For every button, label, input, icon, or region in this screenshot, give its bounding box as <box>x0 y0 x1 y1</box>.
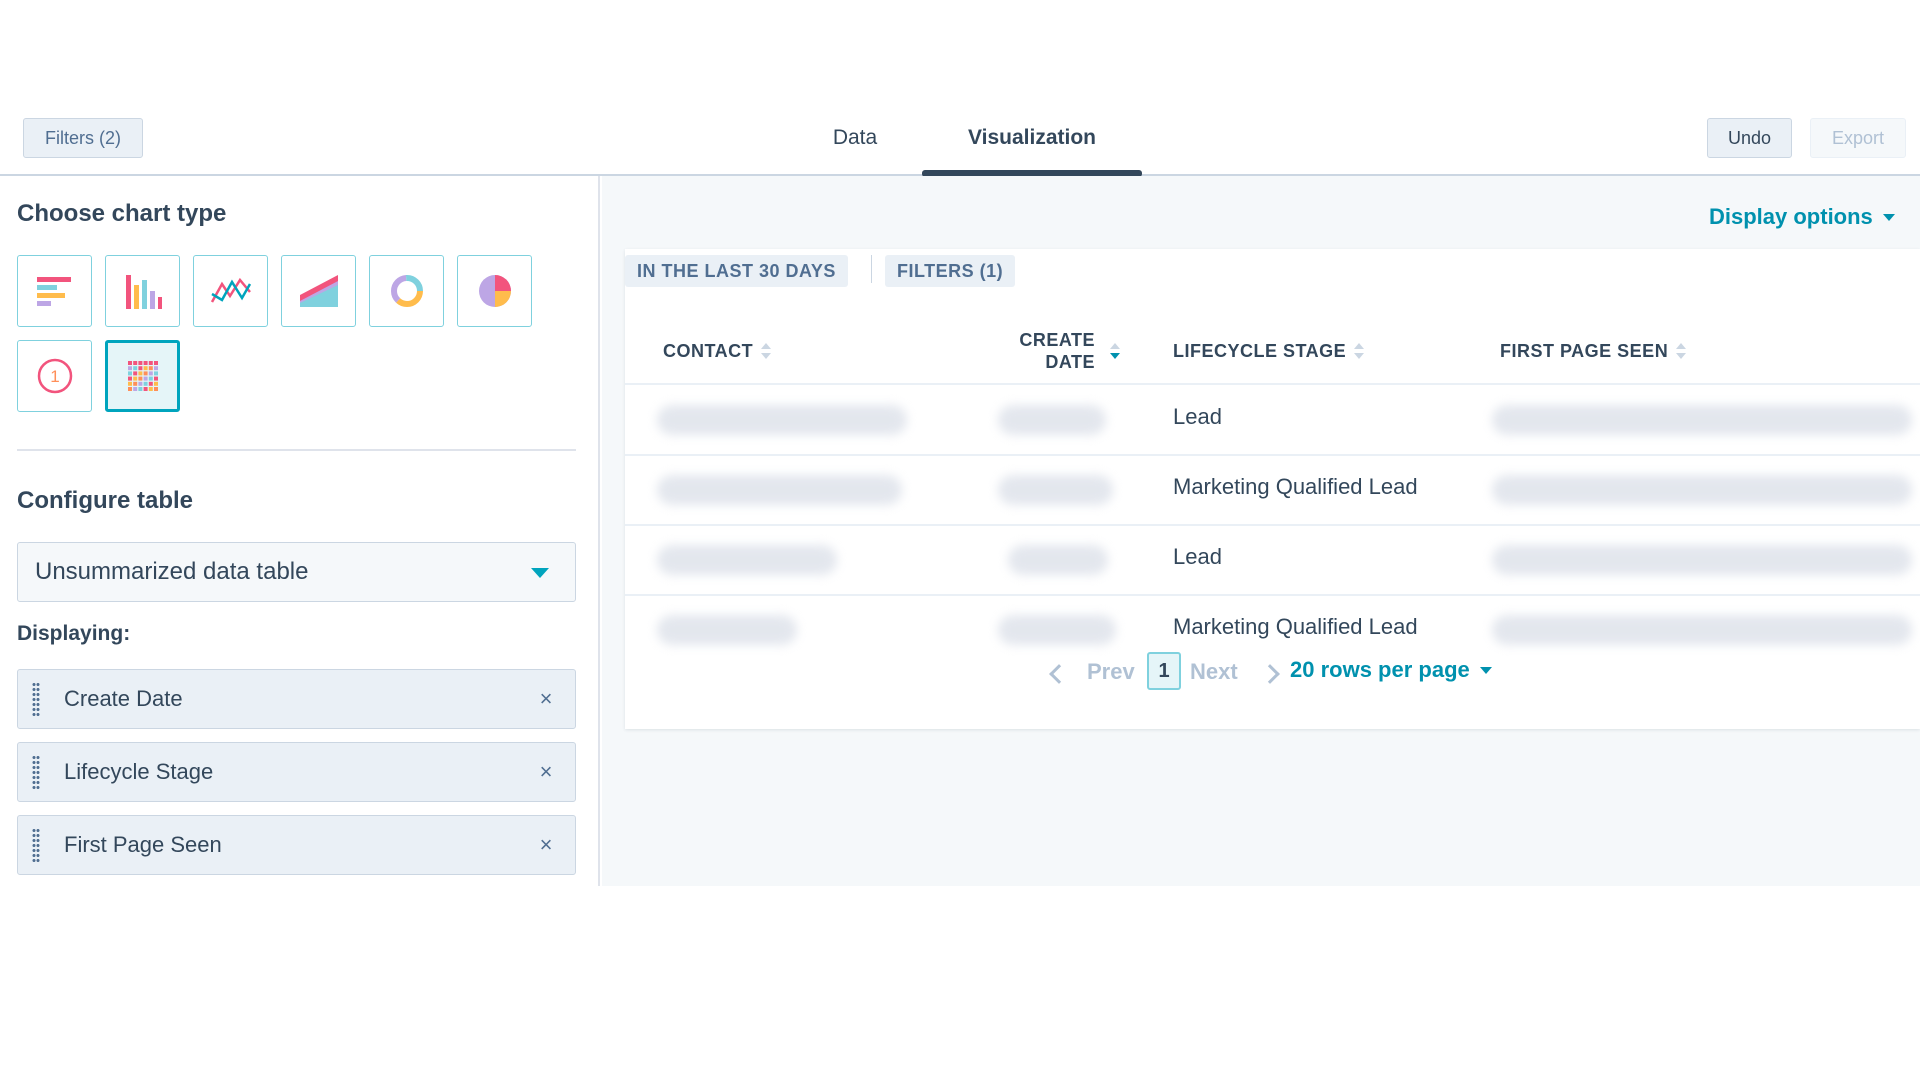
redacted-contact <box>657 475 902 505</box>
lifecycle-stage-cell: Lead <box>1173 404 1222 429</box>
row-divider <box>625 524 1920 526</box>
sort-icon <box>1676 343 1687 361</box>
remove-field-icon[interactable]: × <box>533 686 559 712</box>
vertical-bar-chart-icon <box>125 275 162 309</box>
line-chart-icon <box>210 277 251 303</box>
tab-visualization[interactable]: Visualization <box>922 100 1142 176</box>
drag-handle-icon[interactable] <box>32 682 40 716</box>
displayed-field-create-date: Create Date × <box>17 669 576 729</box>
chevron-down-icon <box>531 568 549 578</box>
table-type-value: Unsummarized data table <box>35 558 309 585</box>
lifecycle-stage-cell: Marketing Qualified Lead <box>1173 614 1418 639</box>
filters-chip[interactable]: FILTERS (1) <box>885 255 1016 287</box>
prev-page-button[interactable]: Prev <box>1087 659 1135 685</box>
table-type-select[interactable]: Unsummarized data table <box>17 542 576 602</box>
redacted-create-date <box>998 405 1106 435</box>
remove-field-icon[interactable]: × <box>533 759 559 785</box>
lifecycle-stage-cell: Marketing Qualified Lead <box>1173 474 1418 499</box>
redacted-contact <box>657 405 907 435</box>
displayed-field-first-page-seen: First Page Seen × <box>17 815 576 875</box>
svg-text:1: 1 <box>50 367 59 386</box>
redacted-contact <box>657 545 837 575</box>
row-divider <box>625 594 1920 596</box>
redacted-first-page-seen <box>1492 405 1912 435</box>
caret-down-icon <box>1882 213 1895 221</box>
rows-per-page-label: 20 rows per page <box>1290 657 1470 682</box>
chart-type-pie[interactable] <box>457 255 532 327</box>
column-header-first-page-seen[interactable]: FIRST PAGE SEEN <box>1500 341 1687 362</box>
chart-type-line[interactable] <box>193 255 268 327</box>
summary-number-icon: 1 <box>37 358 72 394</box>
drag-handle-icon[interactable] <box>32 755 40 789</box>
column-header-lifecycle-stage[interactable]: LIFECYCLE STAGE <box>1173 341 1365 362</box>
sort-descending-icon[interactable] <box>1110 343 1120 361</box>
export-button[interactable]: Export <box>1810 118 1906 158</box>
row-divider <box>625 454 1920 456</box>
report-toolbar: Filters (2) Data Visualization Undo Expo… <box>0 100 1920 177</box>
chart-type-title: Choose chart type <box>17 200 227 227</box>
chart-type-donut[interactable] <box>369 255 444 327</box>
table-chart-icon <box>127 361 158 391</box>
preview-panel: Display options IN THE LAST 30 DAYS FILT… <box>602 176 1920 886</box>
displayed-field-lifecycle-stage: Lifecycle Stage × <box>17 742 576 802</box>
chart-type-summary[interactable]: 1 <box>17 340 92 412</box>
lifecycle-stage-cell: Lead <box>1173 544 1222 569</box>
redacted-contact <box>657 615 797 645</box>
current-page-button[interactable]: 1 <box>1147 652 1181 690</box>
drag-handle-icon[interactable] <box>32 828 40 862</box>
displaying-label: Displaying: <box>17 622 131 645</box>
header-divider <box>625 383 1920 385</box>
rows-per-page-dropdown[interactable]: 20 rows per page <box>1290 657 1492 683</box>
remove-field-icon[interactable]: × <box>533 832 559 858</box>
section-divider <box>17 449 576 451</box>
chevron-left-icon[interactable] <box>1049 664 1069 684</box>
configure-table-title: Configure table <box>17 487 194 514</box>
chart-type-table[interactable] <box>105 340 180 412</box>
filters-button[interactable]: Filters (2) <box>23 118 143 158</box>
redacted-create-date <box>998 475 1113 505</box>
report-table-card: IN THE LAST 30 DAYS FILTERS (1) CONTACT … <box>625 249 1920 729</box>
chevron-right-icon[interactable] <box>1260 664 1280 684</box>
sort-icon <box>1354 343 1365 361</box>
date-range-chip[interactable]: IN THE LAST 30 DAYS <box>625 255 848 287</box>
display-options-label: Display options <box>1709 204 1873 229</box>
field-label: First Page Seen <box>64 832 222 857</box>
redacted-first-page-seen <box>1492 545 1912 575</box>
undo-button[interactable]: Undo <box>1707 118 1792 158</box>
configuration-panel: Choose chart type 1 Configure table Unsu… <box>0 176 600 886</box>
tab-data[interactable]: Data <box>800 100 910 176</box>
display-options-dropdown[interactable]: Display options <box>1709 204 1895 230</box>
chart-type-area[interactable] <box>281 255 356 327</box>
sort-icon <box>761 343 772 361</box>
chip-separator <box>871 255 872 283</box>
field-label: Create Date <box>64 686 183 711</box>
field-label: Lifecycle Stage <box>64 759 214 784</box>
redacted-create-date <box>998 615 1116 645</box>
redacted-first-page-seen <box>1492 615 1912 645</box>
column-header-contact[interactable]: CONTACT <box>663 341 772 362</box>
column-header-create-date[interactable]: CREATE DATE <box>1005 329 1095 373</box>
pie-chart-icon <box>478 275 511 307</box>
redacted-first-page-seen <box>1492 475 1912 505</box>
donut-chart-icon <box>390 275 423 307</box>
next-page-button[interactable]: Next <box>1190 659 1238 685</box>
redacted-create-date <box>1008 545 1108 575</box>
caret-down-icon <box>1479 666 1492 674</box>
chart-type-vertical-bar[interactable] <box>105 255 180 327</box>
chart-type-horizontal-bar[interactable] <box>17 255 92 327</box>
area-chart-icon <box>299 275 338 307</box>
horizontal-bar-chart-icon <box>36 277 71 306</box>
